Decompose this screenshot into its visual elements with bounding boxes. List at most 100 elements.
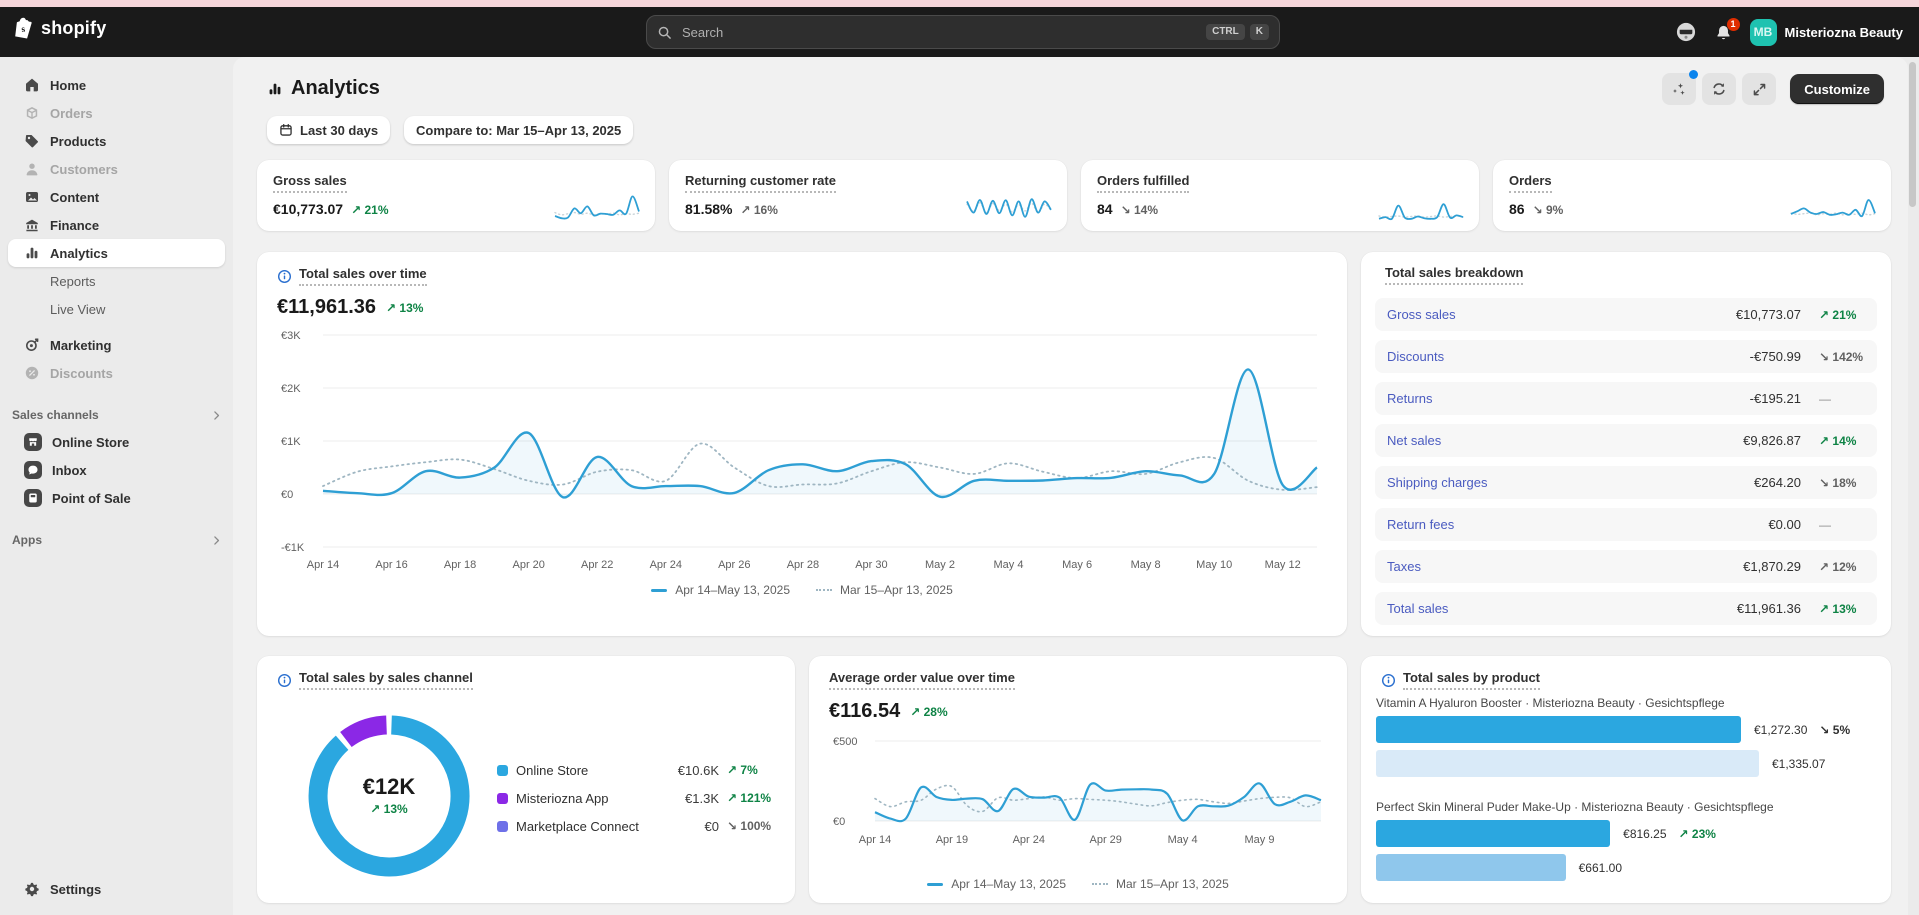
svg-text:May 10: May 10: [1196, 559, 1232, 571]
metric-title[interactable]: Gross sales: [273, 173, 347, 193]
breakdown-label[interactable]: Returns: [1387, 391, 1433, 406]
notifications-button[interactable]: 1: [1715, 24, 1732, 41]
topbar: s shopify CTRL K 1 MB Misteriozna Beauty: [0, 7, 1919, 57]
analytics-icon: [267, 81, 283, 97]
sales-by-channel-title[interactable]: Total sales by sales channel: [299, 670, 473, 690]
sidebar-item-analytics[interactable]: Analytics: [8, 239, 225, 267]
breakdown-title[interactable]: Total sales breakdown: [1385, 265, 1523, 285]
channel-value: €1.3K: [685, 791, 719, 806]
legend-solid-swatch: [927, 883, 943, 886]
svg-text:Apr 22: Apr 22: [581, 559, 613, 571]
sales-channels-header[interactable]: Sales channels: [12, 404, 223, 426]
aov-line-chart: €500€0Apr 14Apr 19Apr 24Apr 29May 4May 9: [829, 727, 1327, 849]
shopify-admin-screen: s shopify CTRL K 1 MB Misteriozna Beauty…: [0, 0, 1919, 915]
sidebar-item-point-of-sale[interactable]: Point of Sale: [8, 484, 225, 512]
page-title: Analytics: [291, 77, 380, 100]
breakdown-label[interactable]: Return fees: [1387, 517, 1454, 532]
svg-text:Apr 18: Apr 18: [444, 559, 476, 571]
svg-text:May 2: May 2: [925, 559, 955, 571]
breakdown-row-total-sales[interactable]: Total sales€11,961.36↗ 13%: [1375, 592, 1877, 625]
channel-swatch: [497, 765, 508, 776]
svg-text:Apr 16: Apr 16: [375, 559, 407, 571]
sidebar-item-orders[interactable]: Orders: [8, 99, 225, 127]
fullscreen-button[interactable]: [1742, 73, 1776, 105]
breakdown-row-discounts[interactable]: Discounts-€750.99↘ 142%: [1375, 340, 1877, 373]
current-bar-label: €1,272.30↘ 5%: [1754, 723, 1850, 737]
metric-title[interactable]: Orders: [1509, 173, 1552, 193]
breakdown-label[interactable]: Gross sales: [1387, 307, 1456, 322]
marketing-icon: [24, 337, 40, 353]
customize-button[interactable]: Customize: [1790, 74, 1884, 104]
metric-title[interactable]: Returning customer rate: [685, 173, 836, 193]
aov-title[interactable]: Average order value over time: [829, 670, 1015, 690]
sidebar-item-marketing[interactable]: Marketing: [8, 331, 225, 359]
gear-icon: [24, 881, 40, 897]
filter-bar: Last 30 days Compare to: Mar 15–Apr 13, …: [267, 116, 633, 144]
settings-label: Settings: [50, 882, 101, 897]
shopify-logo[interactable]: s shopify: [14, 17, 106, 39]
channel-legend-item: Online Store€10.6K↗ 7%: [497, 756, 777, 784]
breakdown-label[interactable]: Net sales: [1387, 433, 1441, 448]
breakdown-row-gross-sales[interactable]: Gross sales€10,773.07↗ 21%: [1375, 298, 1877, 331]
breakdown-row-taxes[interactable]: Taxes€1,870.29↗ 12%: [1375, 550, 1877, 583]
sidebar-item-inbox[interactable]: Inbox: [8, 456, 225, 484]
magic-icon: [1671, 81, 1687, 97]
vertical-scrollbar[interactable]: [1909, 62, 1916, 207]
sidebar-item-customers[interactable]: Customers: [8, 155, 225, 183]
sidebar-item-live-view[interactable]: Live View: [8, 295, 225, 323]
sync-icon: [1711, 81, 1727, 97]
magic-assistant-button[interactable]: [1662, 73, 1696, 105]
breakdown-row-returns[interactable]: Returns-€195.21—: [1375, 382, 1877, 415]
page-header: Analytics: [267, 77, 380, 100]
breakdown-label[interactable]: Discounts: [1387, 349, 1444, 364]
sidebar-item-settings[interactable]: Settings: [8, 875, 225, 903]
sidebar-item-home[interactable]: Home: [8, 71, 225, 99]
sidebar-item-discounts[interactable]: Discounts: [8, 359, 225, 387]
sidebar-item-label: Point of Sale: [52, 491, 131, 506]
store-menu[interactable]: MB Misteriozna Beauty: [1750, 19, 1903, 46]
sidebar-item-reports[interactable]: Reports: [8, 267, 225, 295]
global-search[interactable]: CTRL K: [646, 15, 1280, 49]
account-icon[interactable]: [1675, 21, 1697, 43]
previous-period-bar: [1376, 854, 1566, 881]
change-indicator: ↗ 23%: [1679, 827, 1716, 841]
metric-value: 81.58%: [685, 201, 732, 217]
breakdown-value: €264.20: [1754, 475, 1801, 490]
total-sales-over-time-title[interactable]: Total sales over time: [299, 266, 427, 286]
breakdown-label[interactable]: Total sales: [1387, 601, 1448, 616]
sidebar-item-label: Customers: [50, 162, 118, 177]
channel-legend: Online Store€10.6K↗ 7%Misteriozna App€1.…: [497, 756, 777, 840]
search-input[interactable]: [680, 24, 1198, 41]
bottom-cards-row: Total sales by sales channel €12K ↗ 13% …: [257, 656, 1891, 903]
sales-by-product-title[interactable]: Total sales by product: [1403, 670, 1540, 690]
svg-text:May 4: May 4: [994, 559, 1024, 571]
metric-title[interactable]: Orders fulfilled: [1097, 173, 1189, 193]
date-range-filter[interactable]: Last 30 days: [267, 116, 390, 144]
apps-label: Apps: [12, 533, 42, 547]
compare-filter[interactable]: Compare to: Mar 15–Apr 13, 2025: [404, 116, 633, 144]
sidebar-item-label: Inbox: [52, 463, 87, 478]
sidebar-item-online-store[interactable]: Online Store: [8, 428, 225, 456]
breakdown-row-return-fees[interactable]: Return fees€0.00—: [1375, 508, 1877, 541]
change-indicator: ↗ 21%: [351, 203, 388, 217]
sidebar-item-products[interactable]: Products: [8, 127, 225, 155]
svg-text:-€1K: -€1K: [281, 542, 305, 554]
breakdown-row-net-sales[interactable]: Net sales€9,826.87↗ 14%: [1375, 424, 1877, 457]
svg-text:Apr 30: Apr 30: [855, 559, 887, 571]
breakdown-row-shipping-charges[interactable]: Shipping charges€264.20↘ 18%: [1375, 466, 1877, 499]
discounts-icon: [24, 365, 40, 381]
refresh-data-button[interactable]: [1702, 73, 1736, 105]
sparkline: [965, 186, 1053, 224]
sidebar-item-finance[interactable]: Finance: [8, 211, 225, 239]
breakdown-label[interactable]: Shipping charges: [1387, 475, 1487, 490]
apps-header[interactable]: Apps: [12, 529, 223, 551]
chart-legend: Apr 14–May 13, 2025Mar 15–Apr 13, 2025: [277, 583, 1327, 597]
legend-label: Apr 14–May 13, 2025: [951, 877, 1066, 891]
breakdown-label[interactable]: Taxes: [1387, 559, 1421, 574]
breakdown-value: €11,961.36: [1737, 601, 1801, 616]
online-store-icon: [24, 433, 42, 451]
sidebar-item-label: Reports: [50, 274, 96, 289]
sidebar-nav: HomeOrdersProducts Customers ContentFinanc…: [0, 57, 233, 387]
sidebar-item-content[interactable]: Content: [8, 183, 225, 211]
sidebar-item-label: Marketing: [50, 338, 111, 353]
